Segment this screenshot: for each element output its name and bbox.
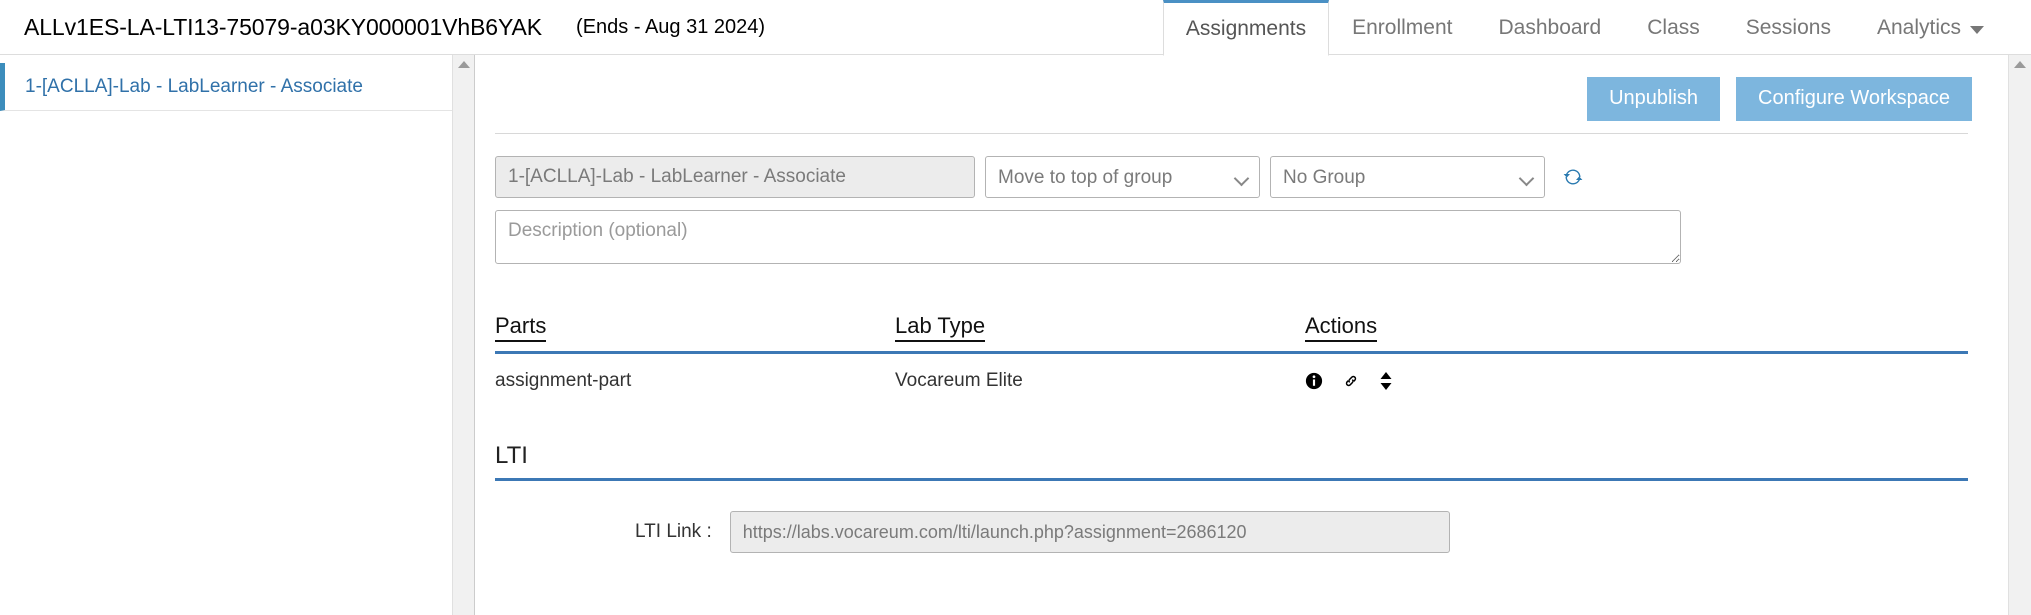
lti-section-rule: [495, 478, 1968, 481]
tab-analytics-label: Analytics: [1876, 16, 1961, 39]
cell-part-name: assignment-part: [495, 370, 632, 391]
column-header-lab-type: Lab Type: [895, 313, 1305, 342]
assignment-detail-panel: Unpublish Configure Workspace Move to to…: [475, 55, 2031, 615]
lti-section-title: LTI: [495, 442, 528, 469]
table-row: assignment-part Vocareum Elite: [495, 354, 1968, 404]
sidebar-item-label: 1-[ACLLA]-Lab - LabLearner - Associate: [25, 75, 363, 97]
tab-sessions[interactable]: Sessions: [1723, 0, 1854, 55]
tab-assignments[interactable]: Assignments: [1162, 0, 1330, 56]
page-body: 1-[ACLLA]-Lab - LabLearner - Associate U…: [0, 55, 2031, 615]
scroll-up-arrow-icon[interactable]: [457, 61, 470, 68]
link-icon[interactable]: [1341, 372, 1361, 390]
row-action-icons: [1305, 371, 1968, 391]
sidebar-list: 1-[ACLLA]-Lab - LabLearner - Associate: [0, 55, 452, 615]
main-scrollbar[interactable]: [2008, 55, 2031, 615]
lti-link-label: LTI Link :: [635, 521, 712, 542]
lti-link-row: LTI Link :: [495, 511, 1968, 553]
cell-lab-type: Vocareum Elite: [895, 370, 1023, 391]
sidebar-scrollbar[interactable]: [452, 55, 474, 615]
sidebar-item-assignment[interactable]: 1-[ACLLA]-Lab - LabLearner - Associate: [0, 63, 452, 111]
refresh-icon[interactable]: [1561, 165, 1585, 189]
parts-table: Parts Lab Type Actions assignment-part V…: [495, 313, 1968, 404]
assignment-action-bar: Unpublish Configure Workspace: [475, 55, 2008, 121]
tab-class[interactable]: Class: [1624, 0, 1723, 55]
configure-workspace-button[interactable]: Configure Workspace: [1736, 77, 1972, 121]
assignment-form-row: Move to top of group No Group: [495, 156, 2008, 198]
assignment-title-input[interactable]: [495, 156, 975, 198]
top-header-bar: ALLv1ES-LA-LTI13-75079-a03KY000001VhB6YA…: [0, 0, 2031, 56]
tab-dashboard[interactable]: Dashboard: [1476, 0, 1625, 55]
group-select[interactable]: No Group: [1270, 156, 1545, 198]
assignments-sidebar: 1-[ACLLA]-Lab - LabLearner - Associate: [0, 55, 475, 615]
tab-assignments-label: Assignments: [1185, 17, 1307, 40]
assignment-detail-content: Unpublish Configure Workspace Move to to…: [475, 55, 2008, 615]
column-header-parts-label: Parts: [495, 313, 547, 342]
lti-section: LTI LTI Link :: [495, 442, 1968, 553]
group-select-wrap: No Group: [1270, 156, 1545, 198]
tab-dashboard-label: Dashboard: [1498, 16, 1602, 39]
unpublish-button[interactable]: Unpublish: [1587, 77, 1721, 121]
scroll-up-arrow-icon[interactable]: [2014, 61, 2026, 68]
chevron-down-icon: [1970, 26, 1984, 34]
column-header-lab-type-label: Lab Type: [895, 313, 986, 342]
column-header-actions-label: Actions: [1305, 313, 1378, 342]
description-textarea[interactable]: [495, 210, 1681, 264]
parts-table-header-row: Parts Lab Type Actions: [495, 313, 1968, 347]
column-header-actions: Actions: [1305, 313, 1968, 342]
column-header-parts: Parts: [495, 313, 895, 342]
tab-class-label: Class: [1647, 16, 1700, 39]
assignment-form: Move to top of group No Group: [475, 134, 2008, 269]
tab-sessions-label: Sessions: [1745, 16, 1831, 39]
cell-actions: [1305, 371, 1968, 391]
course-code-title: ALLv1ES-LA-LTI13-75079-a03KY000001VhB6YA…: [24, 13, 543, 40]
tab-enrollment-label: Enrollment: [1352, 16, 1453, 39]
lti-link-input[interactable]: [729, 511, 1450, 553]
info-icon[interactable]: [1305, 372, 1323, 390]
course-end-date: (Ends - Aug 31 2024): [576, 15, 766, 38]
tab-enrollment[interactable]: Enrollment: [1329, 0, 1475, 55]
course-identity: ALLv1ES-LA-LTI13-75079-a03KY000001VhB6YA…: [0, 0, 765, 54]
move-position-select[interactable]: Move to top of group: [985, 156, 1260, 198]
move-position-select-wrap: Move to top of group: [985, 156, 1260, 198]
main-nav-tabs: Assignments Enrollment Dashboard Class S…: [1162, 0, 2031, 56]
sort-updown-icon[interactable]: [1379, 371, 1393, 391]
tab-analytics[interactable]: Analytics: [1854, 0, 2007, 55]
